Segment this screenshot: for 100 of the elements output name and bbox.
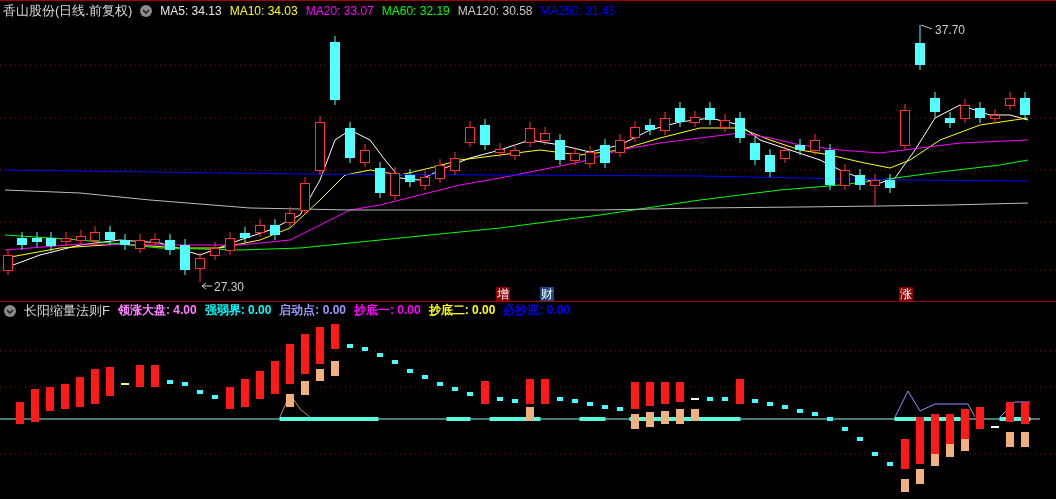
high-price-label: 37.70 bbox=[920, 23, 966, 37]
candlestick bbox=[720, 113, 730, 133]
indicator-bar bbox=[286, 394, 294, 407]
candlestick bbox=[435, 158, 445, 184]
candlestick bbox=[360, 143, 370, 168]
candlestick bbox=[900, 103, 910, 151]
candlestick bbox=[780, 143, 790, 164]
candlestick bbox=[330, 35, 340, 106]
candlestick bbox=[705, 101, 715, 126]
indicator-bar bbox=[916, 469, 924, 484]
moving-average-label: MA60: 32.19 bbox=[381, 3, 450, 18]
indicator-bar bbox=[526, 379, 534, 404]
indicator-bar bbox=[301, 381, 309, 395]
candlestick bbox=[930, 91, 940, 118]
indicator-bar bbox=[676, 409, 684, 424]
candlestick bbox=[975, 101, 985, 124]
candlestick bbox=[855, 168, 865, 191]
moving-average-label: MA250: 31.45 bbox=[540, 3, 616, 18]
indicator-bar bbox=[541, 379, 549, 404]
candlestick bbox=[915, 24, 925, 71]
candlestick bbox=[690, 110, 700, 128]
candlestick bbox=[300, 176, 310, 216]
indicator-bar bbox=[1006, 432, 1014, 447]
candlestick bbox=[510, 143, 520, 161]
candlestick bbox=[555, 133, 565, 166]
candlestick bbox=[615, 133, 625, 158]
candlestick bbox=[570, 146, 580, 166]
indicator-bar bbox=[331, 324, 339, 349]
indicator-value: 强弱界: 0.00 bbox=[204, 302, 272, 319]
indicator-bar bbox=[241, 379, 249, 407]
candlestick bbox=[3, 248, 13, 276]
dropdown-icon[interactable] bbox=[4, 304, 16, 317]
indicator-bar bbox=[61, 384, 69, 409]
candlestick bbox=[765, 148, 775, 178]
candlestick bbox=[840, 163, 850, 191]
candlestick bbox=[630, 120, 640, 143]
candlestick bbox=[825, 143, 835, 191]
indicator-bar bbox=[271, 361, 279, 394]
candlestick bbox=[255, 218, 265, 238]
event-marker: 增 bbox=[496, 287, 510, 301]
indicator-bar bbox=[736, 379, 744, 404]
candlestick bbox=[870, 173, 880, 206]
indicator-bar bbox=[226, 387, 234, 409]
indicator-bar bbox=[916, 417, 924, 464]
candlestick bbox=[17, 231, 27, 251]
moving-average-label: MA5: 34.13 bbox=[160, 3, 222, 18]
indicator-title: 长阳缩量法则F bbox=[24, 301, 110, 320]
candlestick bbox=[120, 233, 130, 251]
indicator-bar bbox=[481, 381, 489, 404]
candlestick bbox=[750, 136, 760, 166]
candlestick bbox=[375, 161, 385, 199]
candlestick bbox=[76, 229, 86, 246]
indicator-bar bbox=[16, 402, 24, 424]
indicator-bar bbox=[691, 409, 699, 421]
event-marker: 财 bbox=[540, 287, 554, 301]
candlestick bbox=[795, 138, 805, 156]
indicator-bar bbox=[901, 439, 909, 469]
candlestick bbox=[1020, 91, 1030, 121]
candlestick bbox=[270, 218, 280, 241]
candlestick bbox=[465, 120, 475, 148]
candlestick bbox=[525, 121, 535, 148]
candlestick bbox=[405, 168, 415, 188]
signal-segment bbox=[446, 417, 471, 421]
indicator-bar bbox=[1006, 402, 1014, 422]
indicator-bar bbox=[136, 365, 144, 387]
indicator-bar bbox=[526, 407, 534, 421]
indicator-bar bbox=[76, 377, 84, 407]
indicator-bar bbox=[301, 334, 309, 374]
indicator-bar bbox=[661, 382, 669, 404]
candlestick bbox=[150, 232, 160, 248]
moving-average-label: MA120: 30.58 bbox=[457, 3, 533, 18]
candlestick bbox=[61, 231, 71, 247]
indicator-bar bbox=[31, 389, 39, 422]
stock-title: 香山股份(日线.前复权) bbox=[3, 1, 133, 20]
candlestick bbox=[105, 225, 115, 246]
candlestick bbox=[135, 233, 145, 254]
indicator-value: 启动点: 0.00 bbox=[279, 302, 346, 319]
candlestick bbox=[645, 118, 655, 136]
indicator-bar bbox=[316, 327, 324, 364]
indicator-bar bbox=[91, 369, 99, 404]
indicator-value: 抄底二: 0.00 bbox=[428, 302, 496, 319]
signal-segment bbox=[579, 417, 606, 421]
indicator-bar bbox=[316, 369, 324, 381]
indicator-bar bbox=[286, 344, 294, 384]
candlestick bbox=[180, 238, 190, 276]
indicator-bar bbox=[46, 387, 54, 411]
indicator-bar bbox=[976, 407, 984, 429]
dropdown-icon[interactable] bbox=[140, 4, 153, 17]
candlestick bbox=[195, 251, 205, 283]
candlestick bbox=[46, 231, 56, 252]
candlestick bbox=[945, 111, 955, 129]
indicator-value: 必抄底: 0.00 bbox=[503, 302, 571, 319]
candlestick bbox=[495, 142, 505, 158]
low-price-label: 27.30 bbox=[201, 280, 245, 294]
candlestick bbox=[885, 173, 895, 194]
moving-average-label: MA20: 33.07 bbox=[305, 3, 374, 18]
candlestick bbox=[285, 206, 295, 228]
indicator-dash bbox=[691, 398, 699, 400]
indicator-bar bbox=[661, 411, 669, 424]
candlestick bbox=[165, 233, 175, 256]
